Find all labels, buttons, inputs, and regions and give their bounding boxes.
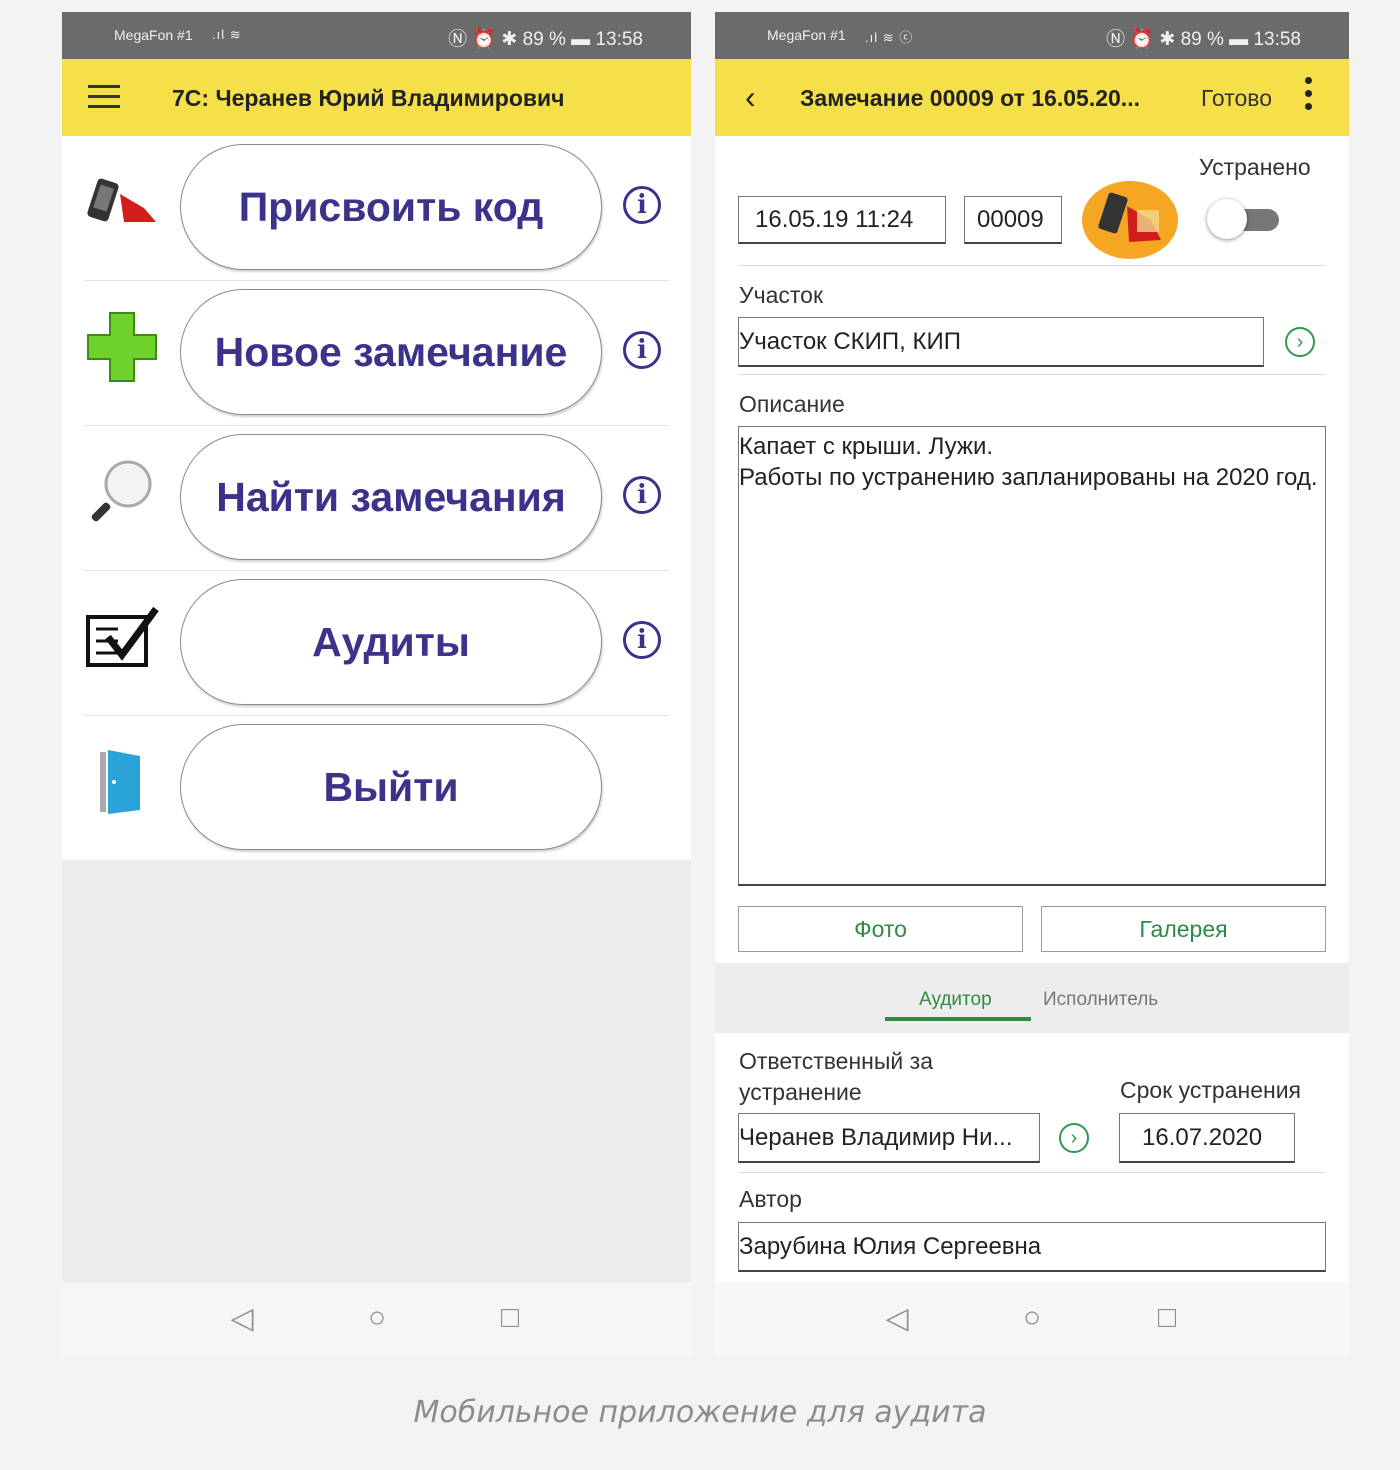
app-bar: 7С: Черанев Юрий Владимирович bbox=[62, 59, 691, 136]
carrier-label: MegaFon #1 bbox=[114, 27, 193, 43]
divider bbox=[738, 265, 1326, 266]
back-nav-icon[interactable]: ◁ bbox=[224, 1300, 260, 1336]
divider bbox=[738, 374, 1326, 375]
hamburger-menu-icon[interactable] bbox=[88, 85, 120, 109]
description-label: Описание bbox=[739, 391, 845, 417]
plus-icon bbox=[87, 312, 157, 382]
signal-wifi-icon: .ıl ≋ ⓒ bbox=[865, 30, 914, 45]
nfc-alarm-bt-icon: Ⓝ ⏰ ✱ bbox=[448, 29, 518, 50]
new-remark-button[interactable]: Новое замечание bbox=[180, 289, 602, 415]
menu-row-new-remark: Новое замечание i bbox=[62, 281, 691, 426]
time-label: 13:58 bbox=[1253, 29, 1301, 50]
battery-icon: ▬ bbox=[571, 29, 591, 50]
battery-label: 89 % bbox=[522, 29, 566, 50]
info-icon[interactable]: i bbox=[623, 331, 661, 369]
signal-wifi-icon: .ıl ≋ bbox=[212, 27, 242, 42]
responsible-label: Ответственный за устранение bbox=[739, 1048, 933, 1105]
page-title: Замечание 00009 от 16.05.20... bbox=[800, 85, 1140, 111]
status-bar: MegaFon #1 .ıl ≋ ⓒ Ⓝ ⏰ ✱ 89 % ▬ 13:58 bbox=[715, 12, 1349, 59]
exit-button[interactable]: Выйти bbox=[180, 724, 602, 850]
deadline-field[interactable]: 16.07.2020 bbox=[1119, 1113, 1295, 1163]
fixed-label: Устранено bbox=[1199, 154, 1311, 180]
time-label: 13:58 bbox=[595, 29, 643, 50]
menu-row-assign-code: Присвоить код i bbox=[62, 136, 691, 281]
chevron-right-icon[interactable]: › bbox=[1285, 327, 1315, 357]
status-bar: MegaFon #1 .ıl ≋ Ⓝ ⏰ ✱ 89 % ▬ 13:58 bbox=[62, 12, 691, 59]
tab-executor[interactable]: Исполнитель bbox=[1043, 989, 1158, 1011]
recents-nav-icon[interactable]: □ bbox=[1149, 1300, 1185, 1336]
author-field[interactable]: Зарубина Юлия Сергеевна bbox=[738, 1222, 1326, 1272]
info-icon[interactable]: i bbox=[623, 621, 661, 659]
gallery-button[interactable]: Галерея bbox=[1041, 906, 1326, 952]
number-field[interactable]: 00009 bbox=[964, 196, 1062, 244]
phone-main-menu: MegaFon #1 .ıl ≋ Ⓝ ⏰ ✱ 89 % ▬ 13:58 7С: … bbox=[62, 12, 691, 1356]
info-icon[interactable]: i bbox=[623, 186, 661, 224]
status-right-group: Ⓝ ⏰ ✱ 89 % ▬ 13:58 bbox=[448, 24, 643, 51]
door-icon bbox=[100, 750, 140, 814]
tab-bar: Аудитор Исполнитель bbox=[715, 963, 1349, 1033]
description-textarea[interactable]: Капает с крыши. Лужи. Работы по устранен… bbox=[738, 426, 1326, 886]
tab-auditor[interactable]: Аудитор bbox=[919, 989, 992, 1011]
battery-label: 89 % bbox=[1180, 29, 1224, 50]
divider bbox=[738, 1172, 1326, 1173]
carrier-label: MegaFon #1 bbox=[767, 27, 846, 43]
menu-row-audits: Аудиты i bbox=[62, 571, 691, 716]
home-nav-icon[interactable]: ○ bbox=[1014, 1300, 1050, 1336]
menu-row-exit: Выйти bbox=[62, 716, 691, 861]
date-field[interactable]: 16.05.19 11:24 bbox=[738, 196, 946, 244]
deadline-label: Срок устранения bbox=[1120, 1077, 1302, 1103]
app-bar: ‹ Замечание 00009 от 16.05.20... Готово bbox=[715, 59, 1349, 136]
assign-code-button[interactable]: Присвоить код bbox=[180, 144, 602, 270]
phone-nfc-icon bbox=[87, 178, 156, 222]
chevron-right-icon[interactable]: › bbox=[1059, 1123, 1089, 1153]
home-nav-icon[interactable]: ○ bbox=[359, 1300, 395, 1336]
section-field[interactable]: Участок СКИП, КИП bbox=[738, 317, 1264, 367]
back-arrow-icon[interactable]: ‹ bbox=[745, 79, 756, 116]
nfc-alarm-bt-icon: Ⓝ ⏰ ✱ bbox=[1106, 29, 1176, 50]
recents-nav-icon[interactable]: □ bbox=[492, 1300, 528, 1336]
system-nav-bar: ◁ ○ □ bbox=[62, 1282, 691, 1356]
section-label: Участок bbox=[739, 282, 824, 308]
nfc-scan-icon[interactable] bbox=[1081, 180, 1179, 260]
battery-icon: ▬ bbox=[1229, 29, 1249, 50]
photo-button[interactable]: Фото bbox=[738, 906, 1023, 952]
image-caption: Мобильное приложение для аудита bbox=[413, 1395, 987, 1430]
status-right-group: Ⓝ ⏰ ✱ 89 % ▬ 13:58 bbox=[1106, 24, 1301, 51]
done-button[interactable]: Готово bbox=[1201, 85, 1272, 112]
more-vert-icon[interactable] bbox=[1305, 77, 1313, 110]
author-label: Автор bbox=[739, 1186, 802, 1212]
active-tab-indicator bbox=[885, 1017, 1031, 1021]
page-title: 7С: Черанев Юрий Владимирович bbox=[172, 85, 565, 111]
audits-button[interactable]: Аудиты bbox=[180, 579, 602, 705]
back-nav-icon[interactable]: ◁ bbox=[879, 1300, 915, 1336]
fixed-toggle[interactable] bbox=[1207, 199, 1281, 239]
find-remarks-button[interactable]: Найти замечания bbox=[180, 434, 602, 560]
phone-remark-form: MegaFon #1 .ıl ≋ ⓒ Ⓝ ⏰ ✱ 89 % ▬ 13:58 ‹ … bbox=[715, 12, 1349, 1356]
responsible-field[interactable]: Черанев Владимир Ни... bbox=[738, 1113, 1040, 1163]
system-nav-bar: ◁ ○ □ bbox=[715, 1282, 1349, 1356]
info-icon[interactable]: i bbox=[623, 476, 661, 514]
empty-area bbox=[62, 860, 691, 1282]
magnifier-icon bbox=[91, 460, 152, 522]
menu-row-find-remarks: Найти замечания i bbox=[62, 426, 691, 571]
checklist-icon bbox=[86, 606, 159, 667]
